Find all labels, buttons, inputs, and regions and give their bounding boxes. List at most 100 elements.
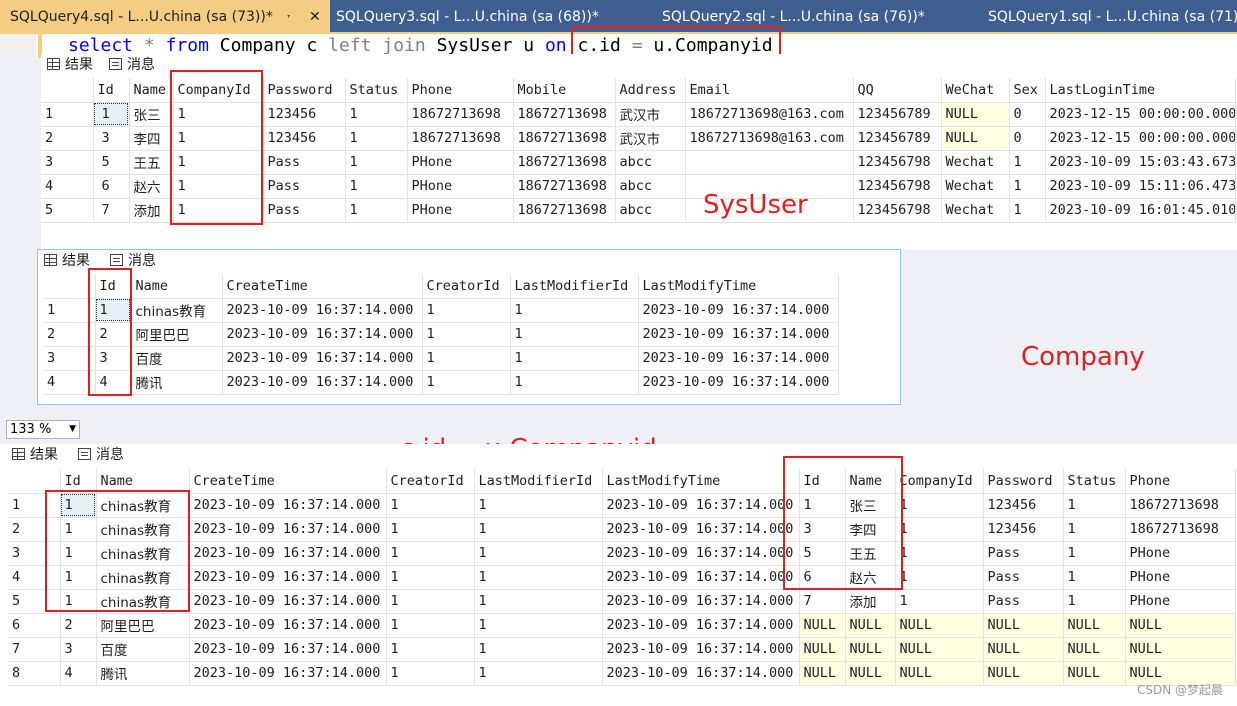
table-cell[interactable]: NULL [983, 661, 1064, 686]
column-header[interactable]: Phone [1125, 469, 1236, 494]
table-cell[interactable]: 2023-10-09 16:37:14.000 [602, 565, 800, 590]
table-cell[interactable]: 2023-10-09 16:37:14.000 [638, 346, 839, 371]
table-cell[interactable]: 1 [510, 322, 639, 347]
table-cell[interactable]: 1 [474, 541, 603, 566]
row-number[interactable]: 4 [41, 174, 94, 199]
table-cell[interactable]: 添加 [845, 589, 896, 614]
row-number[interactable]: 8 [8, 661, 61, 686]
table-cell[interactable]: 123456 [983, 517, 1064, 542]
row-number[interactable]: 3 [41, 150, 94, 175]
table-cell[interactable]: 阿里巴巴 [131, 322, 223, 347]
table-cell[interactable]: 1 [474, 517, 603, 542]
table-cell[interactable]: Wechat [941, 150, 1010, 175]
table-cell[interactable]: NULL [799, 637, 846, 662]
table-cell[interactable]: 2023-10-09 16:01:45.010 [1045, 198, 1236, 223]
table-row[interactable]: 2 2 阿里巴巴 2023-10-09 16:37:14.000 1 1 2023-10-0… [43, 322, 839, 347]
table-cell[interactable]: Wechat [941, 198, 1010, 223]
table-cell[interactable]: NULL [799, 613, 846, 638]
messages-tab[interactable]: 消息 [74, 446, 124, 464]
table-cell[interactable]: 5 [93, 150, 130, 175]
row-number[interactable]: 2 [41, 126, 94, 151]
results-tab[interactable]: 结果 [43, 56, 93, 74]
table-cell[interactable]: PHone [407, 174, 514, 199]
table-cell[interactable]: 1 [474, 661, 603, 686]
table-cell[interactable]: 1 [510, 370, 639, 395]
zoom-select[interactable]: 133 % ▼ [6, 420, 80, 439]
table-cell[interactable]: 123456789 [853, 102, 942, 127]
table-cell[interactable]: 2023-10-09 16:37:14.000 [638, 370, 839, 395]
table-cell[interactable]: PHone [407, 198, 514, 223]
table-cell[interactable]: 1 [1063, 493, 1126, 518]
column-header[interactable]: Password [263, 78, 346, 103]
table-row[interactable]: 3 3 百度 2023-10-09 16:37:14.000 1 1 2023-10-09 … [43, 346, 839, 371]
table-cell[interactable]: 百度 [131, 346, 223, 371]
table-cell[interactable]: 123456798 [853, 150, 942, 175]
table-row[interactable]: 4 4 腾讯 2023-10-09 16:37:14.000 1 1 2023-10-09 … [43, 370, 839, 395]
table-cell[interactable]: 18672713698 [1125, 493, 1236, 518]
table-cell[interactable]: 1 [1063, 517, 1126, 542]
table-cell[interactable]: Wechat [941, 174, 1010, 199]
table-cell[interactable]: abcc [615, 174, 686, 199]
table-cell[interactable]: NULL [799, 661, 846, 686]
table-cell[interactable]: 3 [93, 126, 130, 151]
table-cell[interactable]: 2023-10-09 16:37:14.000 [638, 322, 839, 347]
table-cell[interactable]: 1 [345, 126, 408, 151]
table-cell[interactable]: 1 [422, 322, 511, 347]
table-cell[interactable]: 腾讯 [96, 661, 190, 686]
table-cell[interactable]: 1 [895, 517, 984, 542]
column-header[interactable]: LastModifierId [474, 469, 603, 494]
table-cell[interactable]: 2023-10-09 16:37:14.000 [189, 565, 387, 590]
table-cell[interactable]: 123456 [983, 493, 1064, 518]
table-cell[interactable]: 123456798 [853, 198, 942, 223]
table-cell[interactable]: 李四 [129, 126, 174, 151]
table-cell[interactable]: 0 [1009, 102, 1046, 127]
column-header[interactable]: WeChat [941, 78, 1010, 103]
join-grid[interactable]: Id Name CreateTime CreatorId LastModifierId L… [8, 469, 1236, 686]
table-cell[interactable]: 赵六 [129, 174, 174, 199]
table-cell[interactable]: 2023-10-09 15:03:43.673 [1045, 150, 1236, 175]
table-cell[interactable]: 6 [93, 174, 130, 199]
table-cell[interactable]: NULL [895, 613, 984, 638]
table-row[interactable]: 1 1 chinas教育 2023-10-09 16:37:14.000 1 1 2023-… [43, 298, 839, 323]
table-cell[interactable]: 1 [895, 493, 984, 518]
table-cell[interactable]: Pass [263, 198, 346, 223]
table-cell[interactable]: 1 [474, 493, 603, 518]
table-cell[interactable]: 1 [895, 541, 984, 566]
table-cell[interactable]: NULL [983, 613, 1064, 638]
table-row[interactable]: 2 1 chinas教育 2023-10-09 16:37:14.000 1 1 2023-… [8, 517, 1236, 542]
table-cell[interactable]: PHone [1125, 565, 1236, 590]
table-cell[interactable]: 1 [474, 613, 603, 638]
column-header[interactable]: Address [615, 78, 686, 103]
table-row[interactable]: 4 1 chinas教育 2023-10-09 16:37:14.000 1 1 2023-… [8, 565, 1236, 590]
table-cell[interactable]: 1 [1063, 541, 1126, 566]
table-cell[interactable]: 2023-10-09 16:37:14.000 [222, 370, 423, 395]
table-cell[interactable]: 添加 [129, 198, 174, 223]
table-row[interactable]: 7 3 百度 2023-10-09 16:37:14.000 1 1 2023-10-09 … [8, 637, 1236, 662]
column-header[interactable]: Password [983, 469, 1064, 494]
table-cell[interactable]: 2023-10-09 15:11:06.473 [1045, 174, 1236, 199]
table-cell[interactable]: 18672713698 [407, 126, 514, 151]
table-row[interactable]: 5 1 chinas教育 2023-10-09 16:37:14.000 1 1 2023-… [8, 589, 1236, 614]
table-cell[interactable]: 2023-10-09 16:37:14.000 [189, 589, 387, 614]
table-cell[interactable]: 1 [1009, 198, 1046, 223]
table-cell[interactable]: 1 [422, 370, 511, 395]
table-cell[interactable]: 腾讯 [131, 370, 223, 395]
table-cell[interactable]: 2023-10-09 16:37:14.000 [602, 637, 800, 662]
results-tab[interactable]: 结果 [40, 252, 90, 270]
table-cell[interactable]: 2023-10-09 16:37:14.000 [602, 589, 800, 614]
table-cell[interactable]: 1 [510, 346, 639, 371]
table-cell[interactable]: 2023-10-09 16:37:14.000 [222, 322, 423, 347]
table-cell[interactable]: 18672713698 [513, 126, 616, 151]
column-header[interactable]: Id [93, 78, 130, 103]
table-cell[interactable]: 18672713698 [513, 198, 616, 223]
table-cell[interactable]: 1 [386, 613, 475, 638]
table-cell[interactable]: 2023-10-09 16:37:14.000 [189, 661, 387, 686]
table-cell[interactable]: Pass [983, 589, 1064, 614]
table-cell[interactable] [685, 150, 854, 175]
results-tab[interactable]: 结果 [8, 446, 58, 464]
table-cell[interactable]: 2023-10-09 16:37:14.000 [602, 661, 800, 686]
table-cell[interactable]: NULL [845, 613, 896, 638]
table-cell[interactable]: NULL [1063, 613, 1126, 638]
table-cell[interactable]: 1 [1063, 565, 1126, 590]
column-header[interactable]: Phone [407, 78, 514, 103]
